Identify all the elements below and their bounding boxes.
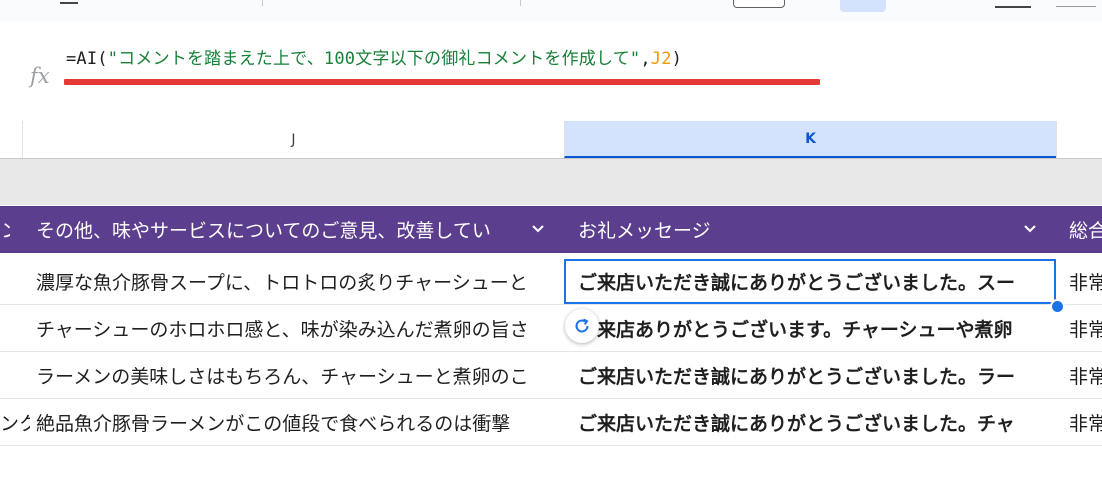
formula-input[interactable]: =AI("コメントを踏まえた上で、100文字以下の御礼コメントを作成して",J2… <box>66 44 682 69</box>
cell-prev[interactable] <box>0 352 30 398</box>
cell-comment[interactable]: チャーシューのホロホロ感と、味が染み込んだ煮卵の旨さ <box>36 305 560 351</box>
column-header-next[interactable] <box>1056 121 1102 158</box>
toolbar <box>0 0 1102 22</box>
formula-suffix: ) <box>671 49 683 69</box>
column-header-prev[interactable] <box>0 121 22 158</box>
cell-overall[interactable]: 非常 <box>1069 399 1102 445</box>
formula-comma: , <box>640 49 651 69</box>
toolbar-font-size-box[interactable] <box>733 0 785 8</box>
formula-bar[interactable]: fx =AI("コメントを踏まえた上で、100文字以下の御礼コメントを作成して"… <box>0 22 1102 122</box>
table-header-overall[interactable]: 総合 <box>1069 206 1102 253</box>
cell-prev[interactable] <box>0 258 30 304</box>
cell-overall[interactable]: 非常 <box>1069 352 1102 398</box>
frozen-row-divider <box>0 159 1102 205</box>
toolbar-align-icon[interactable] <box>995 0 1031 8</box>
toolbar-active-button[interactable] <box>840 0 886 12</box>
table-header-overall-label: 総合 <box>1069 220 1102 242</box>
cell-prev[interactable]: ンク <box>0 399 30 445</box>
cell-thanks-message[interactable]: ご来店いただき誠にありがとうございました。ラー <box>578 352 1054 398</box>
table-header-row: ン その他、味やサービスについてのご意見、改善してい お礼メッセージ 総合 <box>0 206 1102 253</box>
cell-prev[interactable] <box>0 305 30 351</box>
formula-cell-ref: J2 <box>650 49 672 69</box>
chevron-down-icon[interactable] <box>529 220 547 238</box>
column-header-k[interactable]: K <box>564 121 1056 158</box>
formula-prefix: =AI( <box>66 49 108 69</box>
toolbar-undo-icon[interactable] <box>60 0 78 4</box>
table-header-prev-column: ン <box>0 206 10 253</box>
table-header-prev-label: ン <box>1 216 10 243</box>
formula-error-underline <box>64 79 820 85</box>
cell-comment[interactable]: 絶品魚介豚骨ラーメンがこの値段で食べられるのは衝撃 <box>36 399 560 445</box>
table-header-comments[interactable]: その他、味やサービスについてのご意見、改善してい <box>36 206 520 253</box>
table-row: ンク 絶品魚介豚骨ラーメンがこの値段で食べられるのは衝撃 ご来店いただき誠にあり… <box>0 399 1102 446</box>
table-row: ラーメンの美味しさはもちろん、チャーシューと煮卵のこ ご来店いただき誠にありがと… <box>0 352 1102 399</box>
column-header-j[interactable]: J <box>22 121 564 158</box>
table-header-comments-label: その他、味やサービスについてのご意見、改善してい <box>36 220 491 242</box>
toolbar-menu-icon[interactable] <box>1056 0 1096 7</box>
table-row-partial <box>0 446 1102 492</box>
cell-thanks-message[interactable]: ご来店ありがとうございます。チャーシューや煮卵 <box>578 305 1054 351</box>
fill-handle[interactable] <box>1050 299 1065 314</box>
toolbar-divider <box>262 0 263 6</box>
chevron-down-icon[interactable] <box>1021 220 1039 238</box>
cell-thanks-message[interactable]: ご来店いただき誠にありがとうございました。スー <box>578 258 1054 304</box>
toolbar-divider <box>520 0 521 6</box>
cell-comment[interactable]: ラーメンの美味しさはもちろん、チャーシューと煮卵のこ <box>36 352 560 398</box>
formula-string-arg: "コメントを踏まえた上で、100文字以下の御礼コメントを作成して" <box>107 49 641 69</box>
table-header-thanks-label: お礼メッセージ <box>578 220 711 242</box>
cell-overall[interactable]: 非常 <box>1069 258 1102 304</box>
fx-icon: fx <box>30 64 50 88</box>
refresh-icon <box>575 318 589 333</box>
ai-refresh-button[interactable] <box>565 309 599 343</box>
cell-comment[interactable]: 濃厚な魚介豚骨スープに、トロトロの炙りチャーシューと <box>36 258 560 304</box>
table-row: 濃厚な魚介豚骨スープに、トロトロの炙りチャーシューと ご来店いただき誠にありがと… <box>0 258 1102 305</box>
table-row: チャーシューのホロホロ感と、味が染み込んだ煮卵の旨さ ご来店ありがとうございます… <box>0 305 1102 352</box>
column-header-row: J K <box>0 121 1102 159</box>
cell-overall[interactable]: 非常 <box>1069 305 1102 351</box>
cell-thanks-message[interactable]: ご来店いただき誠にありがとうございました。チャ <box>578 399 1054 445</box>
table-header-thanks-message[interactable]: お礼メッセージ <box>578 206 998 253</box>
